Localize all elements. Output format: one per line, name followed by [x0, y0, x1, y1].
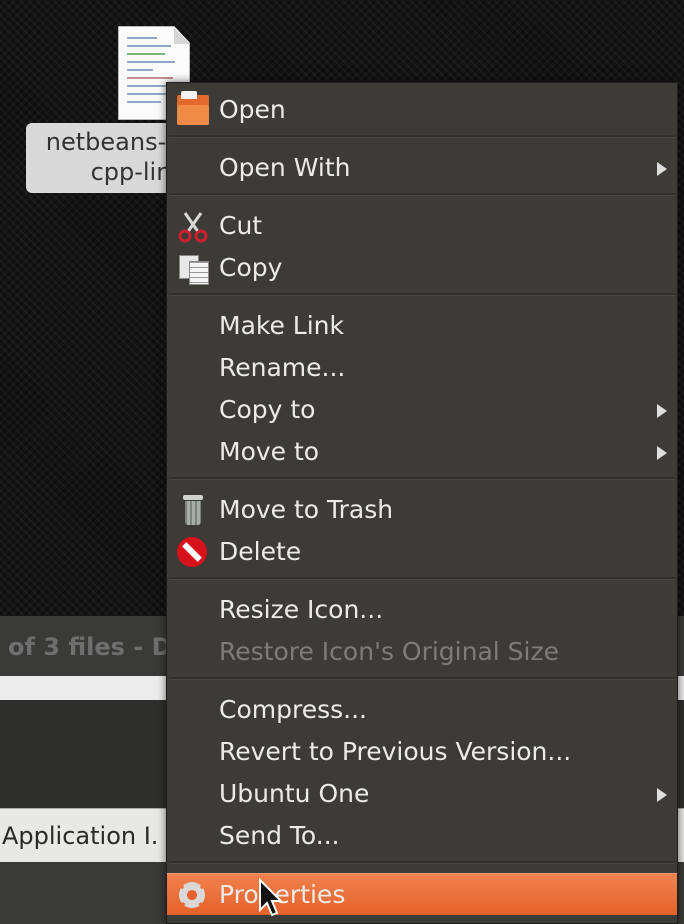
delete-icon: [177, 537, 207, 567]
menu-item-copy-label: Copy: [219, 253, 283, 282]
menu-item-rename[interactable]: Rename...: [167, 347, 677, 389]
menu-item-cut-label: Cut: [219, 211, 263, 240]
window-strip: [0, 676, 166, 700]
submenu-arrow-icon: [657, 446, 667, 460]
menu-item-move-to-label: Move to: [219, 437, 320, 466]
status-text: of 3 files - D: [8, 633, 172, 661]
folder-open-icon: [177, 91, 209, 125]
submenu-arrow-icon: [657, 404, 667, 418]
menu-item-rename-label: Rename...: [219, 353, 346, 382]
copy-icon: [177, 253, 209, 285]
submenu-arrow-icon: [657, 162, 667, 176]
file-name-label[interactable]: netbeans- cpp-lin: [26, 123, 186, 193]
menu-item-send-to-label: Send To...: [219, 821, 340, 850]
menu-item-open-label: Open: [219, 95, 286, 124]
menu-item-send-to[interactable]: Send To...: [167, 815, 677, 857]
menu-item-copy[interactable]: Copy: [167, 247, 677, 289]
menu-separator: [169, 677, 675, 680]
menu-item-make-link[interactable]: Make Link: [167, 305, 677, 347]
menu-separator: [169, 135, 675, 138]
menu-item-restore-icon-size: Restore Icon's Original Size: [167, 631, 677, 673]
trash-icon: [177, 495, 209, 525]
menu-item-revert-version[interactable]: Revert to Previous Version...: [167, 731, 677, 773]
menu-item-open[interactable]: Open: [167, 89, 677, 131]
menu-item-delete[interactable]: Delete: [167, 531, 677, 573]
menu-item-cut[interactable]: Cut: [167, 205, 677, 247]
menu-item-compress[interactable]: Compress...: [167, 689, 677, 731]
menu-item-delete-label: Delete: [219, 537, 302, 566]
file-name-line1: netbeans-: [45, 128, 167, 156]
menu-item-revert-version-label: Revert to Previous Version...: [219, 737, 572, 766]
menu-item-move-to[interactable]: Move to: [167, 431, 677, 473]
menu-item-properties-label: Properties: [219, 880, 346, 909]
context-menu: Open Open With Cut Copy Make Link Rename…: [166, 82, 678, 924]
menu-item-compress-label: Compress...: [219, 695, 367, 724]
menu-separator: [169, 577, 675, 580]
menu-item-copy-to-label: Copy to: [219, 395, 316, 424]
menu-separator: [169, 861, 675, 864]
submenu-arrow-icon: [657, 788, 667, 802]
scissors-icon: [177, 211, 209, 243]
mouse-cursor-icon: [259, 878, 282, 917]
menu-item-restore-icon-size-label: Restore Icon's Original Size: [219, 637, 560, 666]
application-bar-text: Application I.: [2, 822, 159, 850]
menu-item-open-with[interactable]: Open With: [167, 147, 677, 189]
menu-item-resize-icon-label: Resize Icon...: [219, 595, 384, 624]
menu-separator: [169, 293, 675, 296]
menu-item-move-to-trash-label: Move to Trash: [219, 495, 394, 524]
menu-separator: [169, 477, 675, 480]
gear-icon: [179, 882, 205, 908]
menu-item-resize-icon[interactable]: Resize Icon...: [167, 589, 677, 631]
menu-item-open-with-label: Open With: [219, 153, 351, 182]
menu-separator: [169, 193, 675, 196]
menu-item-properties[interactable]: Properties: [167, 873, 677, 915]
menu-item-make-link-label: Make Link: [219, 311, 344, 340]
file-name-line2: cpp-lin: [90, 158, 172, 186]
menu-item-ubuntu-one[interactable]: Ubuntu One: [167, 773, 677, 815]
menu-item-copy-to[interactable]: Copy to: [167, 389, 677, 431]
menu-item-ubuntu-one-label: Ubuntu One: [219, 779, 370, 808]
menu-item-move-to-trash[interactable]: Move to Trash: [167, 489, 677, 531]
